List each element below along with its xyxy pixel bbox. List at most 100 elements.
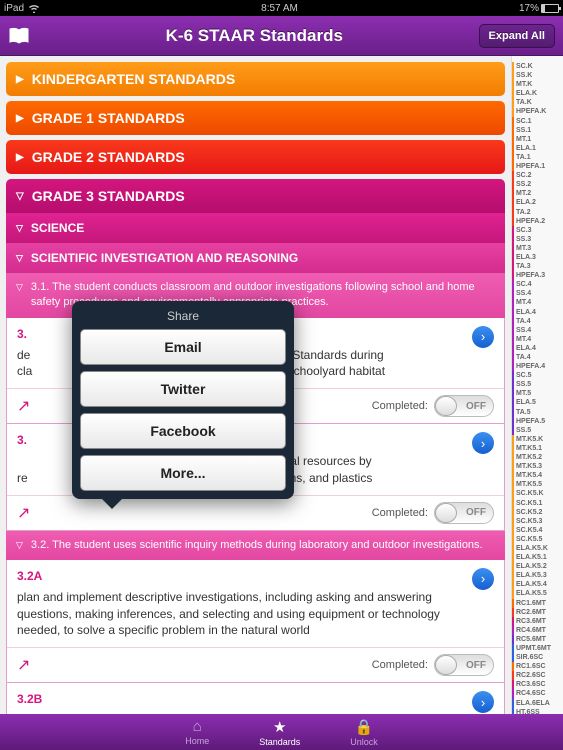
sidebar-item[interactable]: TA.4: [512, 317, 563, 326]
sidebar-item[interactable]: MT.1: [512, 135, 563, 144]
sidebar-item[interactable]: ELA.K: [512, 89, 563, 98]
completed-toggle[interactable]: OFF: [434, 654, 494, 676]
share-email-button[interactable]: Email: [80, 329, 286, 365]
sidebar-item[interactable]: TA.5: [512, 408, 563, 417]
sidebar-item[interactable]: ELA.3: [512, 253, 563, 262]
sidebar-item[interactable]: TA.2: [512, 208, 563, 217]
expand-all-button[interactable]: Expand All: [479, 24, 555, 48]
sidebar-item[interactable]: ELA.6ELA: [512, 699, 563, 708]
sidebar-item[interactable]: TA.K: [512, 98, 563, 107]
sidebar-item[interactable]: MT.5: [512, 389, 563, 398]
detail-arrow-icon[interactable]: ›: [472, 432, 494, 454]
sidebar-item[interactable]: ELA.K5.K: [512, 544, 563, 553]
sidebar-item[interactable]: SC.2: [512, 171, 563, 180]
sidebar-item[interactable]: SS.5: [512, 426, 563, 435]
sidebar-item[interactable]: SC.K5.4: [512, 526, 563, 535]
sidebar-item[interactable]: ELA.K5.5: [512, 589, 563, 598]
share-icon[interactable]: ↗: [17, 655, 30, 675]
sidebar-item[interactable]: ELA.1: [512, 144, 563, 153]
share-icon[interactable]: ↗: [17, 503, 30, 523]
sidebar-item[interactable]: MT.K5.5: [512, 480, 563, 489]
sidebar-item[interactable]: RC5.6MT: [512, 635, 563, 644]
sidebar-item[interactable]: RC2.6MT: [512, 608, 563, 617]
sidebar-item[interactable]: MT.K: [512, 80, 563, 89]
share-more-button[interactable]: More...: [80, 455, 286, 491]
completed-toggle[interactable]: OFF: [434, 502, 494, 524]
sidebar-item[interactable]: SC.1: [512, 117, 563, 126]
sidebar-item[interactable]: HPEFA.2: [512, 217, 563, 226]
sidebar-item[interactable]: RC4.6SC: [512, 689, 563, 698]
sidebar-item[interactable]: RC4.6MT: [512, 626, 563, 635]
sidebar-item[interactable]: MT.K5.K: [512, 435, 563, 444]
sidebar-item[interactable]: SS.4: [512, 289, 563, 298]
sidebar-item[interactable]: SS.2: [512, 180, 563, 189]
sidebar-item[interactable]: MT.3: [512, 244, 563, 253]
share-twitter-button[interactable]: Twitter: [80, 371, 286, 407]
detail-arrow-icon[interactable]: ›: [472, 568, 494, 590]
sidebar-item[interactable]: HPEFA.K: [512, 107, 563, 116]
sidebar-item[interactable]: MT.K5.1: [512, 444, 563, 453]
standard-number: 3.1.: [31, 281, 49, 293]
sidebar-item[interactable]: SIR.6SC: [512, 653, 563, 662]
section-grade2[interactable]: ▶ GRADE 2 STANDARDS: [6, 140, 505, 174]
sidebar-item[interactable]: SC.K5.K: [512, 489, 563, 498]
standard-3-2[interactable]: ▽ 3.2. The student uses scientific inqui…: [6, 531, 505, 560]
sidebar-item[interactable]: SC.K5.1: [512, 499, 563, 508]
sidebar-item[interactable]: RC2.6SC: [512, 671, 563, 680]
detail-arrow-icon[interactable]: ›: [472, 326, 494, 348]
sidebar-item[interactable]: HPEFA.5: [512, 417, 563, 426]
section-grade3[interactable]: ▽ GRADE 3 STANDARDS: [6, 179, 505, 213]
sidebar-item[interactable]: TA.3: [512, 262, 563, 271]
index-sidebar[interactable]: SC.KSS.KMT.KELA.KTA.KHPEFA.KSC.1SS.1MT.1…: [511, 56, 563, 714]
tab-standards[interactable]: ★ Standards: [259, 718, 300, 747]
share-icon[interactable]: ↗: [17, 396, 30, 416]
sidebar-item[interactable]: MT.4: [512, 298, 563, 307]
sidebar-item[interactable]: SC.K5.5: [512, 535, 563, 544]
subsection-sir[interactable]: ▽ SCIENTIFIC INVESTIGATION AND REASONING: [6, 243, 505, 273]
sidebar-item[interactable]: MT.2: [512, 189, 563, 198]
sidebar-item[interactable]: TA.1: [512, 153, 563, 162]
sidebar-item[interactable]: SS.K: [512, 71, 563, 80]
sidebar-item[interactable]: SC.4: [512, 280, 563, 289]
sidebar-item[interactable]: SC.K5.2: [512, 508, 563, 517]
sidebar-item[interactable]: ELA.4: [512, 308, 563, 317]
subsection-science[interactable]: ▽ SCIENCE: [6, 213, 505, 243]
sidebar-item[interactable]: MT.4: [512, 335, 563, 344]
sidebar-item[interactable]: SC.3: [512, 226, 563, 235]
detail-arrow-icon[interactable]: ›: [472, 691, 494, 713]
sidebar-item[interactable]: HPEFA.3: [512, 271, 563, 280]
sidebar-item[interactable]: ELA.2: [512, 198, 563, 207]
share-facebook-button[interactable]: Facebook: [80, 413, 286, 449]
section-grade1[interactable]: ▶ GRADE 1 STANDARDS: [6, 101, 505, 135]
sidebar-item[interactable]: ELA.5: [512, 398, 563, 407]
sidebar-item[interactable]: UPMT.6MT: [512, 644, 563, 653]
sidebar-item[interactable]: MT.K5.2: [512, 453, 563, 462]
sidebar-item[interactable]: SS.1: [512, 126, 563, 135]
wifi-icon: [28, 3, 40, 13]
tab-unlock[interactable]: 🔒 Unlock: [350, 718, 378, 747]
sidebar-item[interactable]: ELA.K5.4: [512, 580, 563, 589]
sidebar-item[interactable]: ELA.4: [512, 344, 563, 353]
sidebar-item[interactable]: MT.K5.3: [512, 462, 563, 471]
sidebar-item[interactable]: RC1.6MT: [512, 599, 563, 608]
sidebar-item[interactable]: RC3.6SC: [512, 680, 563, 689]
sidebar-item[interactable]: ELA.K5.1: [512, 553, 563, 562]
sidebar-item[interactable]: SS.5: [512, 380, 563, 389]
sidebar-item[interactable]: ELA.K5.3: [512, 571, 563, 580]
sidebar-item[interactable]: MT.K5.4: [512, 471, 563, 480]
sidebar-item[interactable]: RC1.6SC: [512, 662, 563, 671]
sidebar-item[interactable]: SC.5: [512, 371, 563, 380]
sidebar-item[interactable]: RC3.6MT: [512, 617, 563, 626]
sidebar-item[interactable]: TA.4: [512, 353, 563, 362]
section-kindergarten[interactable]: ▶ KINDERGARTEN STANDARDS: [6, 62, 505, 96]
sidebar-item[interactable]: SS.4: [512, 326, 563, 335]
completed-toggle[interactable]: OFF: [434, 395, 494, 417]
sidebar-item[interactable]: SC.K5.3: [512, 517, 563, 526]
bookmark-icon[interactable]: [8, 27, 30, 45]
sidebar-item[interactable]: HPEFA.1: [512, 162, 563, 171]
sidebar-item[interactable]: ELA.K5.2: [512, 562, 563, 571]
sidebar-item[interactable]: SS.3: [512, 235, 563, 244]
tab-home[interactable]: ⌂ Home: [185, 718, 209, 746]
sidebar-item[interactable]: SC.K: [512, 62, 563, 71]
sidebar-item[interactable]: HPEFA.4: [512, 362, 563, 371]
